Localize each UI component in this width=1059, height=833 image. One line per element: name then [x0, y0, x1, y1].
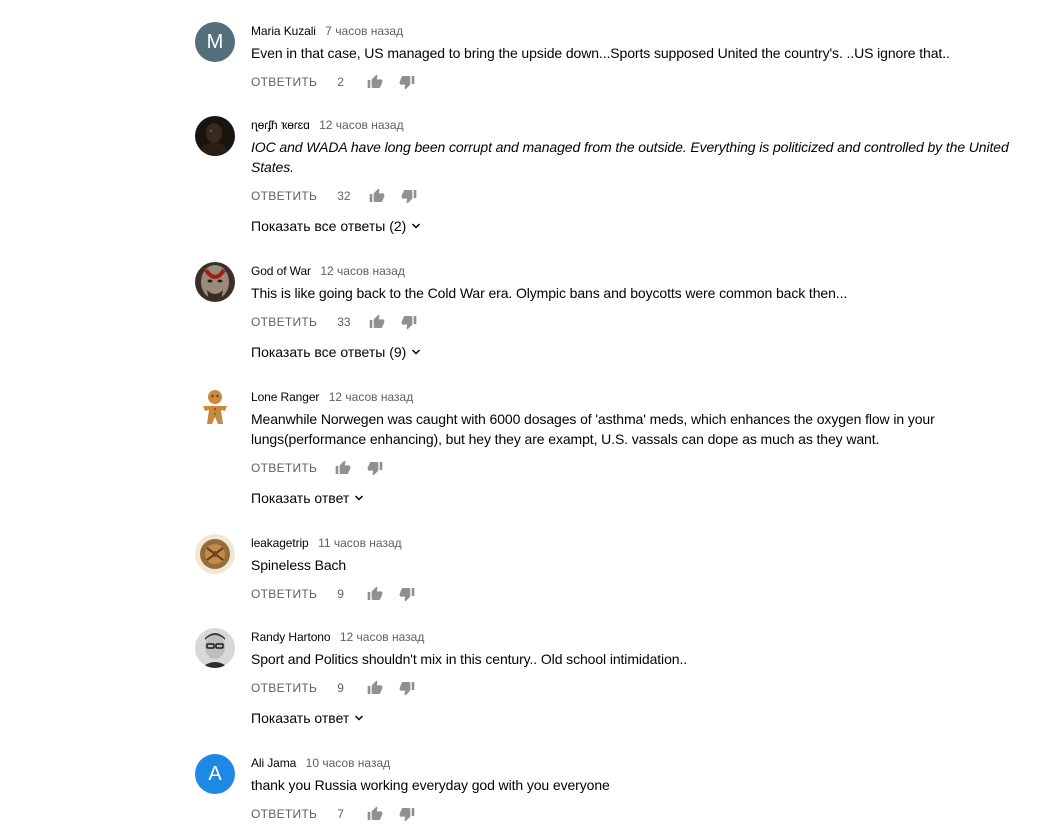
- avatar[interactable]: [195, 116, 235, 156]
- avatar-letter: M: [206, 30, 224, 53]
- comment-author[interactable]: ɳɵɾʄɦ ҡɵɾɛɑ: [251, 118, 310, 132]
- thumb-up-icon[interactable]: [334, 459, 352, 477]
- like-count: 9: [337, 587, 344, 601]
- comment-author[interactable]: Randy Hartono: [251, 630, 331, 644]
- comment-author[interactable]: Lone Ranger: [251, 390, 319, 404]
- thumb-up-icon[interactable]: [368, 313, 386, 331]
- comment-time[interactable]: 12 часов назад: [320, 264, 404, 278]
- thumb-up-icon[interactable]: [366, 585, 384, 603]
- comment-time[interactable]: 10 часов назад: [306, 756, 390, 770]
- show-replies-button[interactable]: Показать все ответы (2): [251, 217, 422, 235]
- show-replies-label: Показать все ответы (9): [251, 344, 407, 360]
- comment-text: Spineless Bach: [251, 557, 347, 573]
- comment-time[interactable]: 7 часов назад: [325, 24, 403, 38]
- like-count: 33: [337, 315, 351, 329]
- comments-section: M Maria Kuzali 7 часов назад Even in tha…: [0, 0, 1059, 833]
- thumb-down-icon[interactable]: [398, 805, 416, 823]
- reply-button[interactable]: ОТВЕТИТЬ: [251, 75, 317, 89]
- comment-text: IOC and WADA have long been corrupt and …: [251, 139, 1009, 175]
- thumb-down-icon[interactable]: [366, 459, 384, 477]
- show-replies-label: Показать все ответы (2): [251, 218, 407, 234]
- thumb-down-icon[interactable]: [398, 585, 416, 603]
- comment-author[interactable]: Ali Jama: [251, 756, 296, 770]
- like-count: 32: [337, 189, 351, 203]
- avatar[interactable]: A: [195, 754, 235, 794]
- avatar[interactable]: [195, 628, 235, 668]
- comment-text: Meanwhile Norwegen was caught with 6000 …: [251, 411, 935, 447]
- thumb-down-icon[interactable]: [400, 313, 418, 331]
- reply-button[interactable]: ОТВЕТИТЬ: [251, 587, 317, 601]
- comment-text: This is like going back to the Cold War …: [251, 285, 848, 301]
- reply-button[interactable]: ОТВЕТИТЬ: [251, 315, 317, 329]
- comment-text: Sport and Politics shouldn't mix in this…: [251, 651, 688, 667]
- comment-author[interactable]: Maria Kuzali: [251, 24, 316, 38]
- avatar[interactable]: [195, 388, 235, 428]
- show-replies-button[interactable]: Показать ответ: [251, 489, 365, 507]
- show-replies-label: Показать ответ: [251, 710, 350, 726]
- like-count: 9: [337, 681, 344, 695]
- thumb-down-icon[interactable]: [398, 679, 416, 697]
- thumb-up-icon[interactable]: [366, 805, 384, 823]
- show-replies-label: Показать ответ: [251, 490, 350, 506]
- avatar-letter: A: [208, 762, 222, 785]
- chevron-down-icon: [410, 346, 422, 358]
- avatar[interactable]: [195, 262, 235, 302]
- avatar[interactable]: [195, 534, 235, 574]
- thumb-down-icon[interactable]: [400, 187, 418, 205]
- comment-text: thank you Russia working everyday god wi…: [251, 777, 610, 793]
- comment-time[interactable]: 11 часов назад: [318, 536, 402, 550]
- thumb-up-icon[interactable]: [368, 187, 386, 205]
- comment-time[interactable]: 12 часов назад: [340, 630, 424, 644]
- reply-button[interactable]: ОТВЕТИТЬ: [251, 189, 317, 203]
- reply-button[interactable]: ОТВЕТИТЬ: [251, 681, 317, 695]
- comment-time[interactable]: 12 часов назад: [319, 118, 403, 132]
- thumb-down-icon[interactable]: [398, 73, 416, 91]
- show-replies-button[interactable]: Показать ответ: [251, 709, 365, 727]
- reply-button[interactable]: ОТВЕТИТЬ: [251, 807, 317, 821]
- like-count: 2: [337, 75, 344, 89]
- comment-time[interactable]: 12 часов назад: [329, 390, 413, 404]
- thumb-up-icon[interactable]: [366, 679, 384, 697]
- thumb-up-icon[interactable]: [366, 73, 384, 91]
- like-count: 7: [337, 807, 344, 821]
- chevron-down-icon: [410, 220, 422, 232]
- comment-author[interactable]: God of War: [251, 264, 311, 278]
- show-replies-button[interactable]: Показать все ответы (9): [251, 343, 422, 361]
- comment-author[interactable]: leakagetrip: [251, 536, 309, 550]
- reply-button[interactable]: ОТВЕТИТЬ: [251, 461, 317, 475]
- chevron-down-icon: [353, 492, 365, 504]
- chevron-down-icon: [353, 712, 365, 724]
- avatar[interactable]: M: [195, 22, 235, 62]
- comment-text: Even in that case, US managed to bring t…: [251, 45, 950, 61]
